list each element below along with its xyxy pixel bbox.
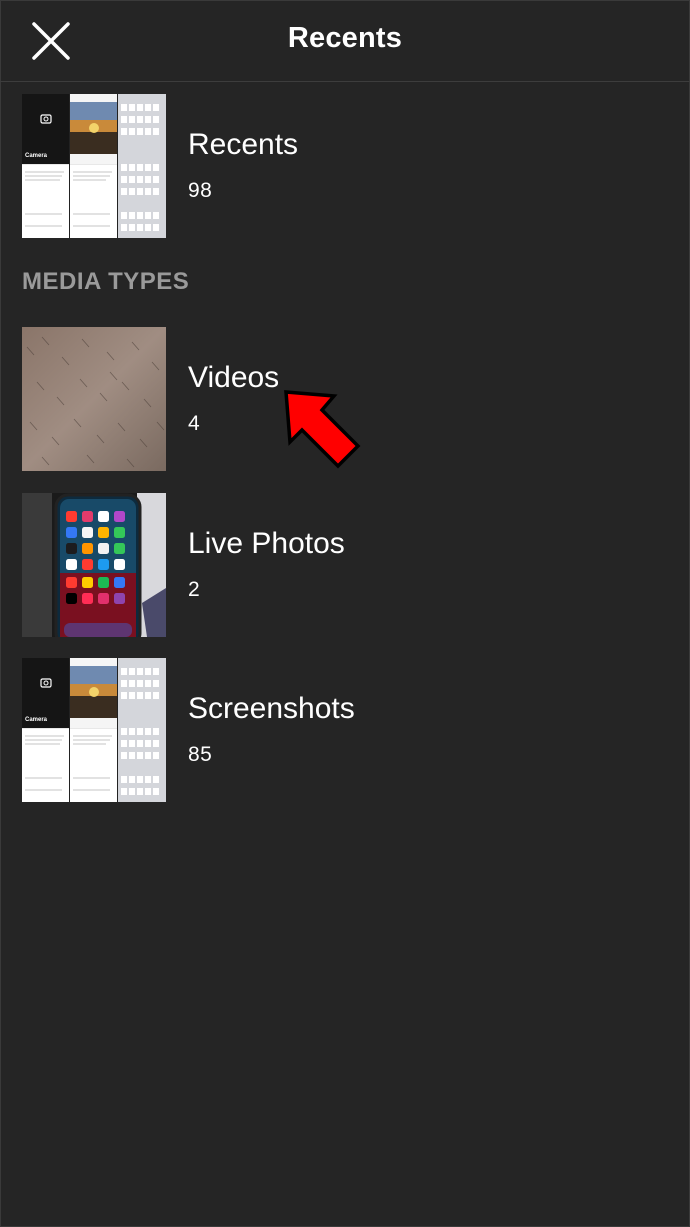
album-row-recents[interactable]: Camera Recents 98 (22, 94, 662, 238)
page-title: Recents (287, 22, 403, 54)
album-thumbnail-recents: Camera (22, 94, 166, 238)
album-thumbnail-videos (22, 327, 166, 471)
album-thumbnail-screenshots: Camera (22, 658, 166, 802)
album-title: Recents (188, 128, 299, 161)
album-row-screenshots[interactable]: Camera Screenshots 85 (22, 658, 662, 802)
album-count: 98 (188, 179, 213, 202)
thumb-label-camera: Camera (25, 717, 48, 723)
album-row-live-photos[interactable]: Live Photos 2 (22, 493, 662, 637)
album-title: Videos (188, 361, 280, 394)
album-title: Live Photos (188, 527, 345, 560)
album-count: 4 (188, 412, 201, 435)
album-count: 2 (188, 578, 201, 601)
album-title: Screenshots (188, 692, 355, 725)
thumb-label-camera: Camera (25, 153, 48, 159)
pointer-arrow-icon (276, 386, 366, 476)
album-count: 85 (188, 743, 213, 766)
album-thumbnail-live-photos (22, 493, 166, 637)
header-bar: Recents (0, 0, 690, 82)
section-header-media-types: MEDIA TYPES (22, 268, 190, 295)
